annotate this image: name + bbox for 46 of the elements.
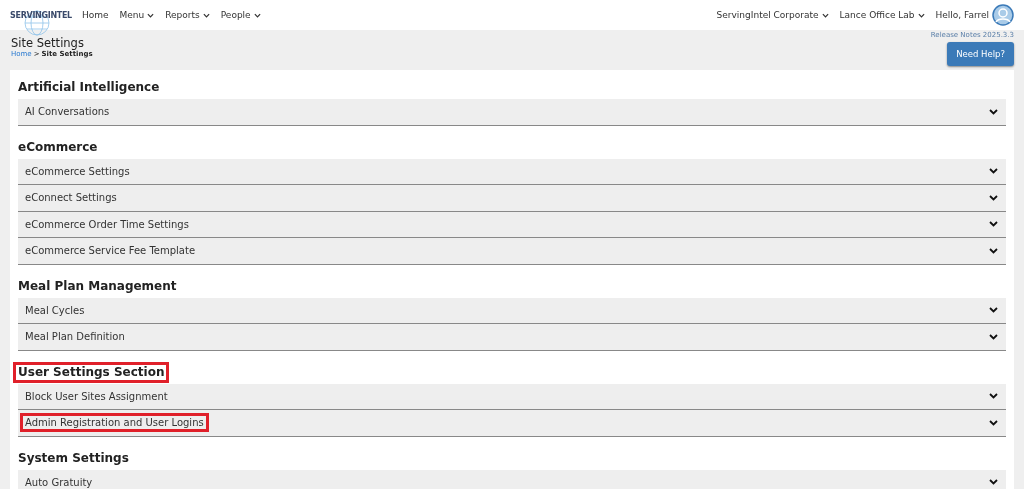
row-label: Meal Cycles: [24, 303, 86, 318]
accordion-row[interactable]: eCommerce Order Time Settings: [18, 211, 1006, 238]
help-button[interactable]: Need Help?: [947, 42, 1014, 66]
avatar-icon[interactable]: [992, 4, 1014, 26]
accordion-row[interactable]: eCommerce Service Fee Template: [18, 238, 1006, 265]
accordion-row[interactable]: Block User Sites Assignment: [18, 383, 1006, 410]
chevron-icon: [989, 108, 998, 115]
row-label: Auto Gratuity: [24, 475, 94, 489]
section-title: User Settings Section: [13, 361, 170, 383]
chevron-icon: [989, 221, 998, 228]
accordion-row[interactable]: eCommerce Settings: [18, 158, 1006, 185]
row-label: eConnect Settings: [24, 191, 118, 206]
row-label: Block User Sites Assignment: [24, 389, 169, 404]
row-label: AI Conversations: [24, 105, 111, 120]
accordion-row[interactable]: Auto Gratuity: [18, 469, 1006, 489]
logo-text[interactable]: SERVINGINTEL: [10, 10, 72, 20]
greeting-text: Hello, Farrel: [935, 10, 989, 20]
chevron-icon: [989, 247, 998, 254]
nav-link[interactable]: Reports: [165, 10, 210, 20]
nav-link[interactable]: People: [220, 10, 261, 20]
row-label: eCommerce Order Time Settings: [24, 217, 190, 232]
accordion-row[interactable]: eConnect Settings: [18, 185, 1006, 212]
nav-link[interactable]: Menu: [119, 10, 155, 20]
section-title: Meal Plan Management: [17, 277, 178, 295]
chevron-icon: [989, 194, 998, 201]
chevron-icon: [989, 168, 998, 175]
row-label: eCommerce Settings: [24, 164, 131, 179]
row-label: Admin Registration and User Logins: [20, 413, 209, 433]
site-dropdown[interactable]: Lance Office Lab: [839, 10, 925, 20]
site-dropdown[interactable]: ServingIntel Corporate: [716, 10, 829, 20]
section-title: System Settings: [17, 449, 130, 467]
row-label: Meal Plan Definition: [24, 330, 126, 345]
chevron-icon: [989, 307, 998, 314]
accordion-row[interactable]: AI Conversations: [18, 99, 1006, 126]
accordion-row[interactable]: Meal Plan Definition: [18, 324, 1006, 351]
chevron-icon: [989, 393, 998, 400]
accordion-row[interactable]: Admin Registration and User Logins: [18, 410, 1006, 437]
page-title: Site Settings: [11, 36, 84, 50]
accordion-row[interactable]: Meal Cycles: [18, 297, 1006, 324]
chevron-icon: [989, 419, 998, 426]
row-label: eCommerce Service Fee Template: [24, 244, 197, 259]
nav-link[interactable]: Home: [81, 10, 109, 20]
section-title: Artificial Intelligence: [17, 79, 161, 96]
chevron-icon: [989, 333, 998, 340]
section-title: eCommerce: [17, 138, 99, 156]
chevron-icon: [989, 479, 998, 486]
